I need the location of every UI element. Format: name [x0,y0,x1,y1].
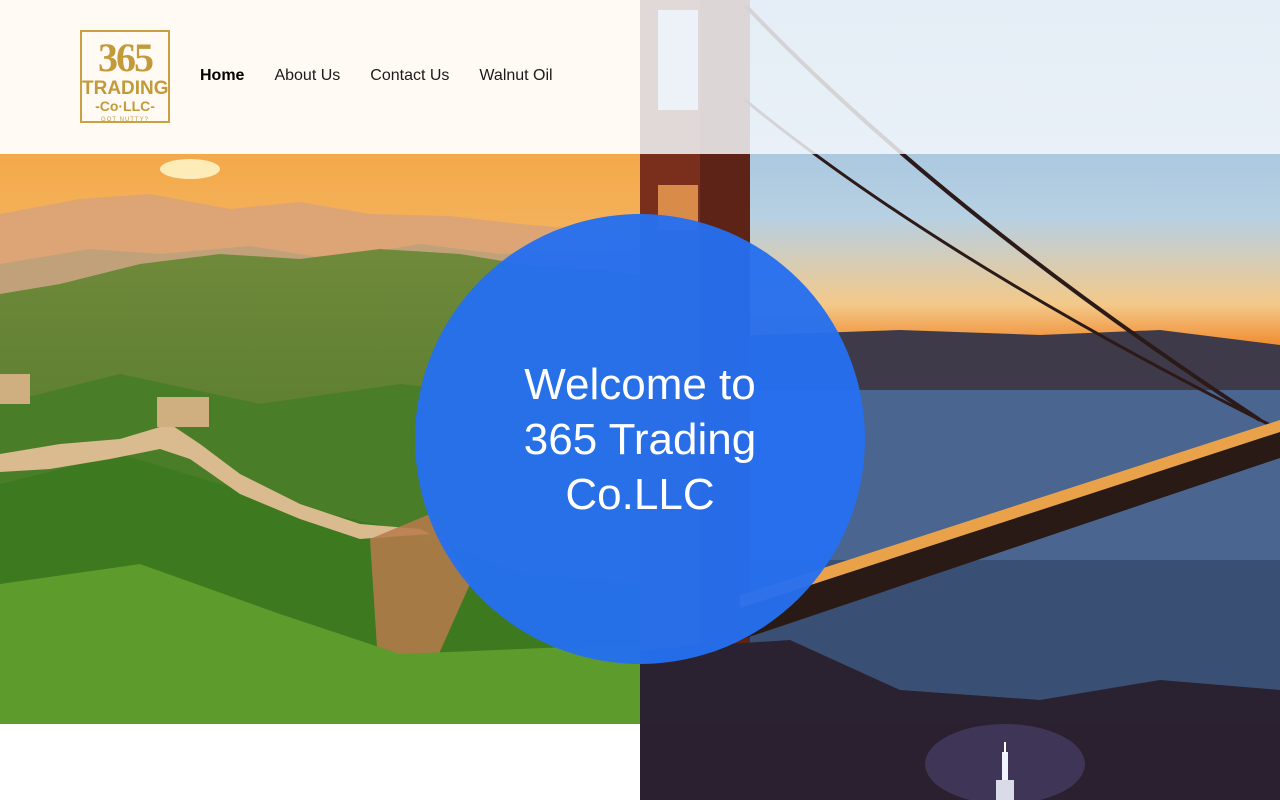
logo-word: TRADING [82,78,169,99]
logo-tagline: GOT NUTTY? [101,117,149,123]
nav-about-us[interactable]: About Us [274,66,340,86]
nav-home[interactable]: Home [200,66,244,86]
nav-walnut-oil[interactable]: Walnut Oil [479,66,552,86]
hero-circle: Welcome to 365 Trading Co.LLC [415,214,865,664]
nav-contact-us[interactable]: Contact Us [370,66,449,86]
site-header: 365 TRADING -Co·LLC- GOT NUTTY? Home Abo… [0,0,1280,154]
company-logo[interactable]: 365 TRADING -Co·LLC- GOT NUTTY? [80,30,170,123]
empire-state-building-image [640,724,1280,800]
hero-title: Welcome to 365 Trading Co.LLC [523,359,757,519]
logo-company: -Co·LLC- [95,98,155,114]
main-nav: Home About Us Contact Us Walnut Oil [200,66,553,86]
logo-number: 365 [98,35,154,80]
